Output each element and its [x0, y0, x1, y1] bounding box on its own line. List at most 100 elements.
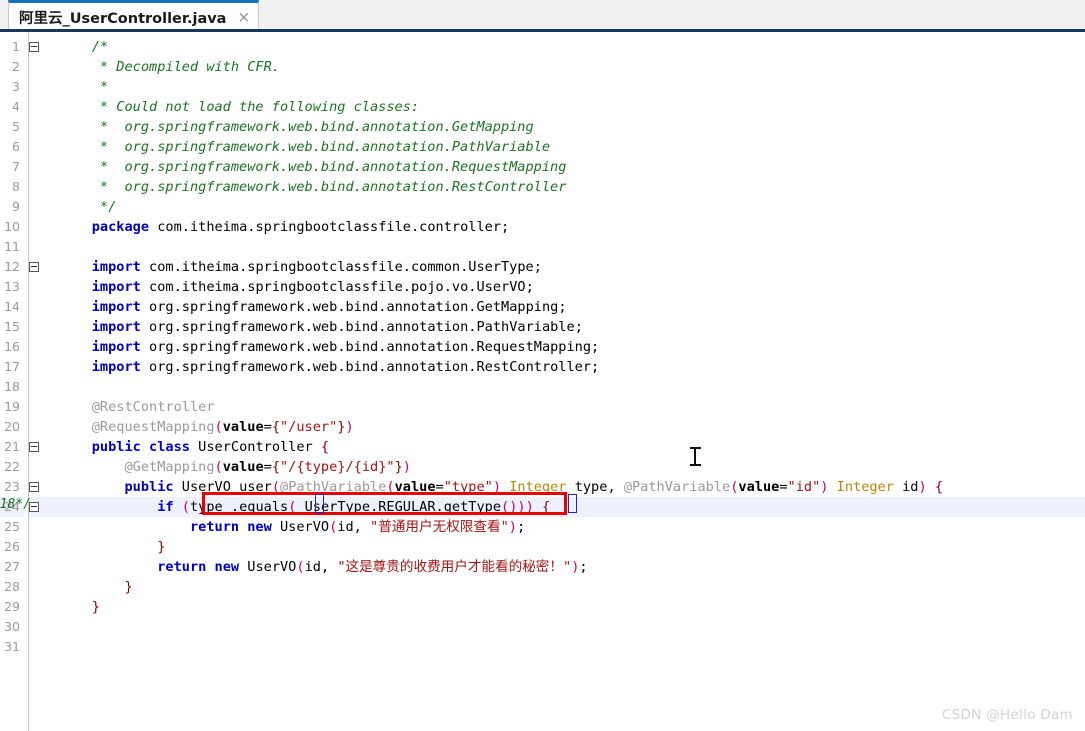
code-line[interactable]: * org.springframework.web.bind.annotatio… — [59, 157, 1085, 177]
line-number: 2 — [12, 59, 20, 74]
code-line[interactable]: * org.springframework.web.bind.annotatio… — [59, 117, 1085, 137]
source-code-area[interactable]: /* * Decompiled with CFR. * * Could not … — [59, 32, 1085, 731]
line-number: 20 — [4, 419, 20, 434]
code-line[interactable]: import org.springframework.web.bind.anno… — [59, 317, 1085, 337]
code-line[interactable]: public UserVO user(@PathVariable(value="… — [59, 477, 1085, 497]
watermark: CSDN @Hello Dam — [941, 707, 1073, 723]
fold-toggle[interactable] — [29, 257, 59, 277]
fold-toggle[interactable] — [29, 437, 59, 457]
code-line[interactable]: return new UserVO(id, "这是尊贵的收费用户才能看的秘密！"… — [59, 557, 1085, 577]
tab-bar: 阿里云_UserController.java × — [0, 0, 1085, 32]
code-line[interactable]: } — [59, 577, 1085, 597]
code-line[interactable]: import com.itheima.springbootclassfile.p… — [59, 277, 1085, 297]
code-line[interactable]: } — [59, 537, 1085, 557]
line-number: 3 — [12, 79, 20, 94]
code-line[interactable]: @RestController — [59, 397, 1085, 417]
code-line[interactable]: @RequestMapping(value={"/user"}) — [59, 417, 1085, 437]
fold-toggle[interactable]: /*18*/ — [0, 497, 59, 517]
code-line[interactable]: * — [59, 77, 1085, 97]
line-number: 8 — [12, 179, 20, 194]
collapse-minus-icon[interactable] — [29, 42, 39, 52]
code-line[interactable]: } — [59, 597, 1085, 617]
code-line[interactable] — [59, 377, 1085, 397]
line-number: 6 — [12, 139, 20, 154]
line-number: 5 — [12, 119, 20, 134]
collapse-minus-icon[interactable] — [29, 262, 39, 272]
code-line[interactable] — [59, 617, 1085, 637]
code-line[interactable]: public class UserController { — [59, 437, 1085, 457]
code-line[interactable]: * org.springframework.web.bind.annotatio… — [59, 177, 1085, 197]
editor-tab-usercontroller[interactable]: 阿里云_UserController.java × — [8, 0, 260, 31]
bytecode-offset-comment: /*18*/ — [0, 497, 31, 512]
code-line[interactable]: * Decompiled with CFR. — [59, 57, 1085, 77]
code-line[interactable]: import org.springframework.web.bind.anno… — [59, 337, 1085, 357]
line-number: 29 — [4, 599, 20, 614]
collapse-minus-icon[interactable] — [29, 482, 39, 492]
line-number: 28 — [4, 579, 20, 594]
code-line[interactable]: /* — [59, 37, 1085, 57]
line-number: 30 — [4, 619, 20, 634]
line-number: 13 — [4, 279, 20, 294]
line-number: 14 — [4, 299, 20, 314]
code-line[interactable]: package com.itheima.springbootclassfile.… — [59, 217, 1085, 237]
collapse-minus-icon[interactable] — [29, 442, 39, 452]
line-number: 31 — [4, 639, 20, 654]
line-number: 9 — [12, 199, 20, 214]
code-line[interactable]: import org.springframework.web.bind.anno… — [59, 357, 1085, 377]
code-editor[interactable]: 1 2 3 4 5 6 7 8 9 10 11 12 13 14 15 16 17 18 19 20 21 22 23 24 2… — [0, 32, 1085, 731]
code-line[interactable]: return new UserVO(id, "普通用户无权限查看"); — [59, 517, 1085, 537]
line-number: 26 — [4, 539, 20, 554]
code-line[interactable]: */ — [59, 197, 1085, 217]
close-icon[interactable]: × — [237, 9, 250, 25]
code-line[interactable] — [59, 637, 1085, 657]
line-number: 11 — [4, 239, 20, 254]
code-line[interactable]: import org.springframework.web.bind.anno… — [59, 297, 1085, 317]
line-number: 22 — [4, 459, 20, 474]
fold-toggle[interactable] — [29, 477, 59, 497]
line-number: 1 — [12, 39, 20, 54]
line-number: 12 — [4, 259, 20, 274]
line-number: 15 — [4, 319, 20, 334]
tab-title: 阿里云_UserController.java — [19, 10, 227, 27]
line-number: 18 — [4, 379, 20, 394]
line-number: 16 — [4, 339, 20, 354]
line-number: 21 — [4, 439, 20, 454]
code-line[interactable]: if (type .equals( UserType.REGULAR.getTy… — [59, 497, 1085, 517]
code-line[interactable]: @GetMapping(value={"/{type}/{id}"}) — [59, 457, 1085, 477]
line-number-gutter: 1 2 3 4 5 6 7 8 9 10 11 12 13 14 15 16 17 18 19 20 21 22 23 24 2… — [0, 32, 28, 731]
code-line[interactable]: * Could not load the following classes: — [59, 97, 1085, 117]
code-line[interactable]: import com.itheima.springbootclassfile.c… — [59, 257, 1085, 277]
code-line[interactable] — [59, 237, 1085, 257]
line-number: 25 — [4, 519, 20, 534]
code-fold-column[interactable]: /*18*/ — [0, 32, 59, 731]
line-number: 17 — [4, 359, 20, 374]
line-number: 4 — [12, 99, 20, 114]
line-number: 19 — [4, 399, 20, 414]
fold-toggle[interactable] — [29, 37, 59, 57]
line-number: 27 — [4, 559, 20, 574]
code-line[interactable]: * org.springframework.web.bind.annotatio… — [59, 137, 1085, 157]
